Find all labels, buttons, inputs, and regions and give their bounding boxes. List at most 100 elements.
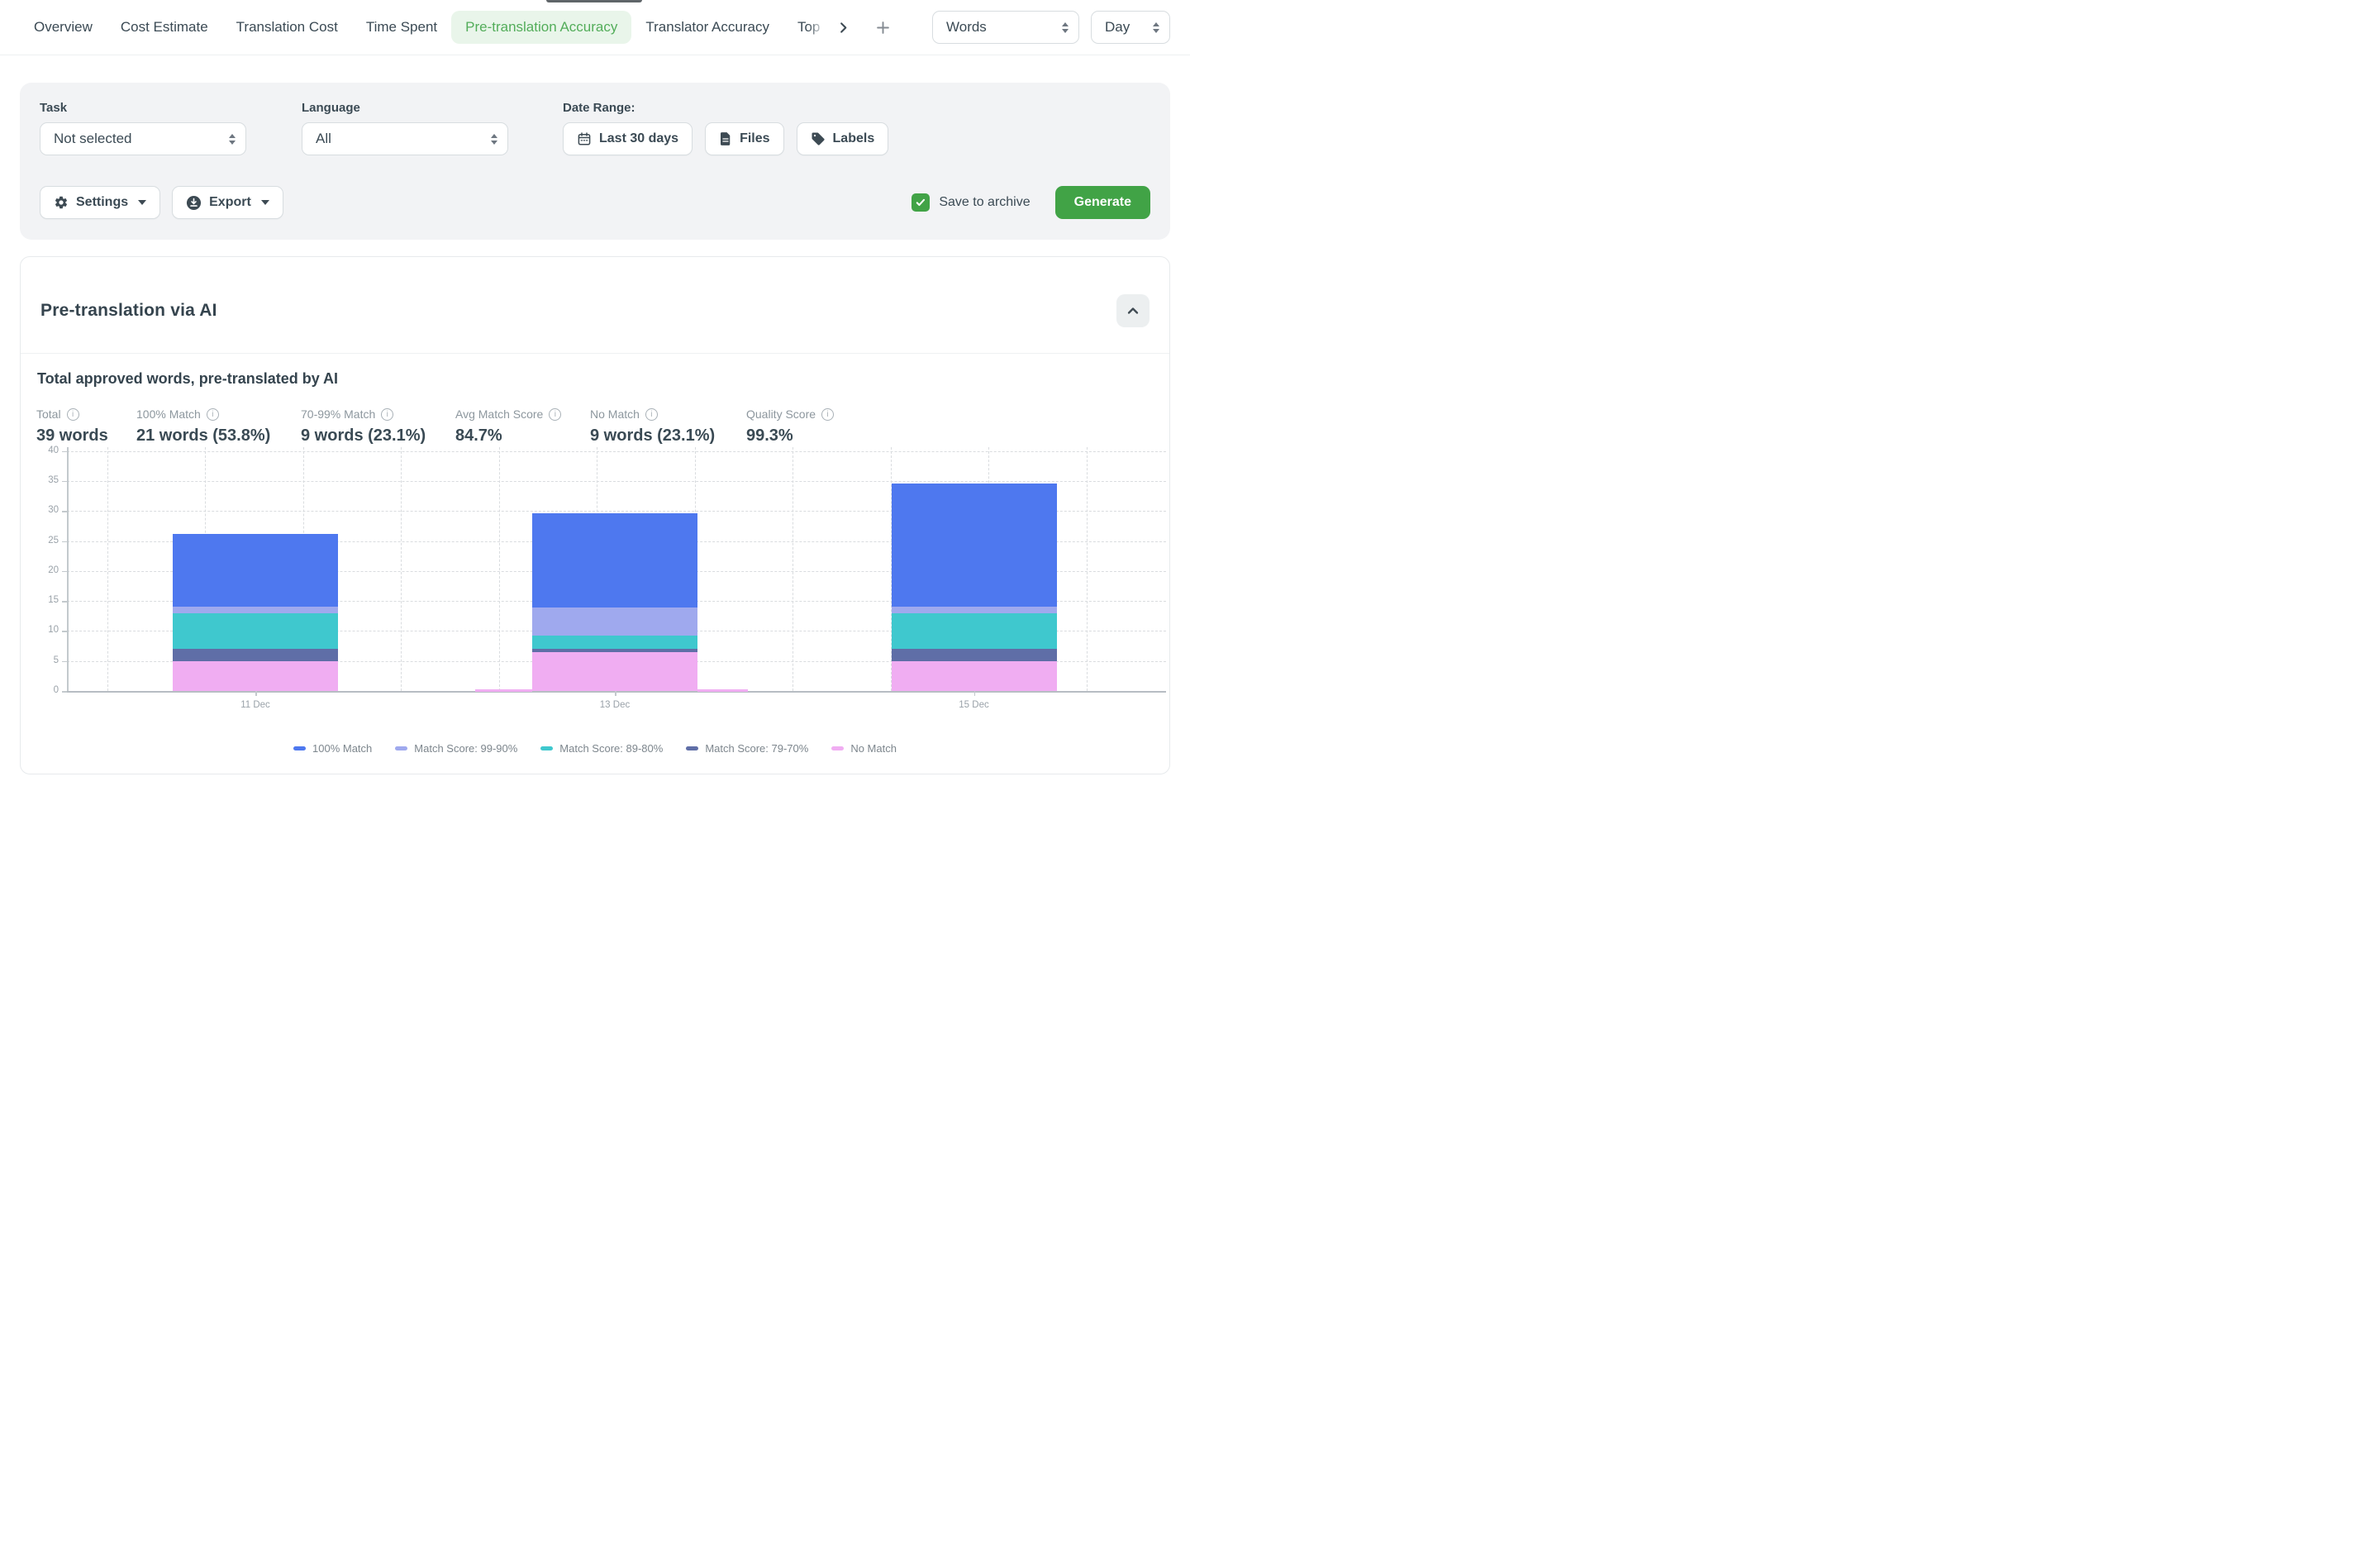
bar-segment-match-score-99-90 [892,607,1057,612]
legend-swatch [686,746,698,750]
bar-segment-no-match [532,652,697,691]
stat-quality-score: Quality Score99.3% [746,407,834,445]
period-select-value: Day [1105,19,1130,36]
stat-value: 39 words [36,426,136,445]
files-button-label: Files [740,131,769,146]
files-filter-button[interactable]: Files [705,122,783,155]
stat-value: 9 words (23.1%) [301,426,455,445]
bar-segment-100-match [532,513,697,607]
tab-time-spent[interactable]: Time Spent [352,11,451,44]
collapse-card-button[interactable] [1116,294,1150,327]
bar-segment-match-score-79-70 [532,649,697,652]
zero-bar-marker [697,689,748,692]
section-title: Total approved words, pre-translated by … [37,370,1153,388]
info-icon[interactable] [549,408,561,421]
stat-value: 99.3% [746,426,834,445]
tab-label: Overview [34,19,93,36]
task-filter-group: Task Not selected [40,101,246,155]
labels-filter-button[interactable]: Labels [797,122,889,155]
tab-cost-estimate[interactable]: Cost Estimate [107,11,222,44]
legend-label: Match Score: 79-70% [705,742,808,755]
info-icon[interactable] [821,408,834,421]
legend-item-100-match[interactable]: 100% Match [293,742,372,755]
report-tabs: Overview Cost Estimate Translation CostTim… [20,11,828,44]
bar-segment-match-score-99-90 [173,607,338,612]
select-stepper-icon [1153,22,1159,33]
tag-icon [811,131,826,146]
card-title: Pre-translation via AI [40,301,217,321]
info-icon[interactable] [645,408,658,421]
y-axis-label: 30 [34,505,59,515]
x-axis-label: 13 Dec [582,700,648,710]
generate-button[interactable]: Generate [1055,186,1150,219]
tabs-scroll-right-button[interactable] [831,13,856,41]
stat-no-match: No Match9 words (23.1%) [590,407,746,445]
date-range-button[interactable]: Last 30 days [563,122,693,155]
tab-overview[interactable]: Overview [20,11,107,44]
language-select[interactable]: All [302,122,508,155]
x-axis-tick [255,691,257,696]
calendar-icon [577,131,592,146]
task-select[interactable]: Not selected [40,122,246,155]
labels-button-label: Labels [833,131,875,146]
stats-row: Total39 words100% Match21 words (53.8%)7… [21,407,1169,445]
period-select[interactable]: Day [1091,11,1170,44]
checkbox-checked[interactable] [912,193,930,212]
stat-label: Avg Match Score [455,407,543,421]
legend-label: Match Score: 99-90% [414,742,517,755]
gear-icon [54,195,69,210]
add-report-tab-button[interactable] [871,13,896,41]
report-filters-panel: Task Not selected Language All Date Rang… [20,83,1170,240]
chevron-up-icon [1126,304,1140,317]
y-axis-label: 5 [34,655,59,665]
tab-label: Translator Accuracy [645,19,769,36]
tab-fade-overlay [808,11,828,44]
caret-down-icon [261,200,269,205]
card-header: Pre-translation via AI [21,257,1169,354]
save-to-archive-checkbox[interactable]: Save to archive [912,193,1030,212]
vertical-gridline [499,447,500,691]
legend-swatch [540,746,553,750]
tab-top[interactable]: Top [783,11,828,44]
stat-value: 21 words (53.8%) [136,426,301,445]
legend-item-no-match[interactable]: No Match [831,742,897,755]
tab-label: Cost Estimate [121,19,208,36]
download-icon [186,195,202,211]
date-range-group: Date Range: Last 30 days [563,101,888,155]
stat-value: 9 words (23.1%) [590,426,746,445]
language-label: Language [302,101,508,115]
horizontal-gridline [67,451,1166,452]
tab-translator-accuracy[interactable]: Translator Accuracy [631,11,783,44]
tab-pre-translation-accuracy[interactable]: Pre-translation Accuracy [451,11,631,44]
language-filter-group: Language All [302,101,508,155]
tab-label: Pre-translation Accuracy [465,19,617,36]
settings-dropdown-button[interactable]: Settings [40,186,160,219]
export-dropdown-button[interactable]: Export [172,186,283,219]
zero-bar-marker [475,689,532,692]
unit-select[interactable]: Words [932,11,1079,44]
select-stepper-icon [229,134,236,145]
info-icon[interactable] [381,408,393,421]
bar-segment-no-match [892,661,1057,691]
bar-segment-match-score-79-70 [892,649,1057,661]
bar-segment-match-score-79-70 [173,649,338,661]
settings-button-label: Settings [76,195,128,210]
legend-item-match-score-79-70[interactable]: Match Score: 79-70% [686,742,808,755]
tab-translation-cost[interactable]: Translation Cost [222,11,352,44]
legend-label: 100% Match [312,742,372,755]
legend-item-match-score-89-80[interactable]: Match Score: 89-80% [540,742,663,755]
pretranslation-card: Pre-translation via AI Total approved wo… [20,256,1170,774]
info-icon[interactable] [67,408,79,421]
y-axis-label: 35 [34,475,59,485]
legend-swatch [831,746,844,750]
y-axis-label: 10 [34,625,59,635]
legend-swatch [293,746,306,750]
unit-select-value: Words [946,19,987,36]
legend-item-match-score-99-90[interactable]: Match Score: 99-90% [395,742,517,755]
stat-avg-match-score: Avg Match Score84.7% [455,407,590,445]
task-select-value: Not selected [54,131,132,147]
bar-segment-match-score-89-80 [173,613,338,650]
task-label: Task [40,101,246,115]
date-range-value: Last 30 days [599,131,678,146]
info-icon[interactable] [207,408,219,421]
